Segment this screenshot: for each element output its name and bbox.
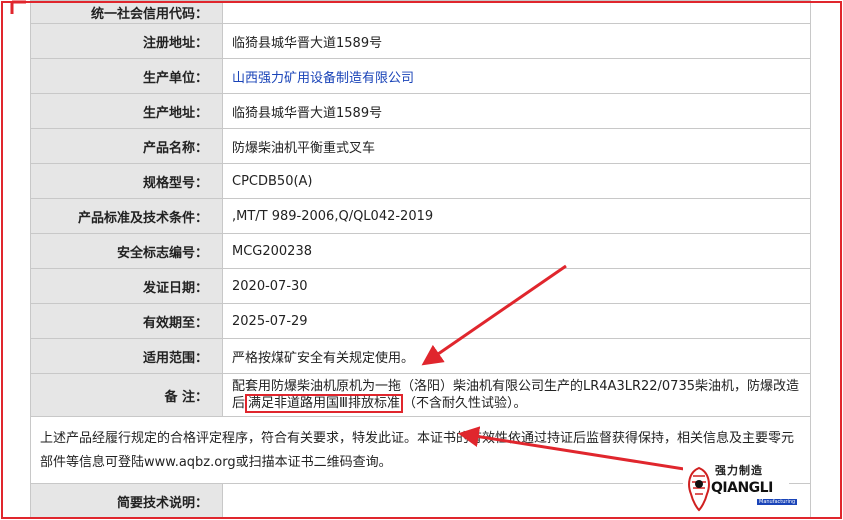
scope-value: 严格按煤矿安全有关规定使用。	[222, 338, 811, 374]
tech-summary-label: 简要技术说明：	[30, 483, 223, 519]
row-model: 规格型号： CPCDB50(A)	[30, 163, 811, 199]
row-product-name: 产品名称： 防爆柴油机平衡重式叉车	[30, 128, 811, 164]
standards-value: ,MT/T 989-2006,Q/QL042-2019	[222, 198, 811, 234]
row-credit-code: 统一社会信用代码：	[30, 0, 811, 24]
logo-chinese-text: 强力制造	[715, 464, 763, 477]
safety-mark-value: MCG200238	[222, 233, 811, 269]
row-remark: 备 注： 配套用防爆柴油机原机为一拖（洛阳）柴油机有限公司生产的LR4A3LR2…	[30, 373, 811, 417]
row-safety-mark: 安全标志编号： MCG200238	[30, 233, 811, 269]
model-label: 规格型号：	[30, 163, 223, 199]
certificate-table: 统一社会信用代码： 注册地址： 临猗县城华晋大道1589号 生产单位： 山西强力…	[30, 0, 811, 519]
row-issue-date: 发证日期： 2020-07-30	[30, 268, 811, 304]
remark-value: 配套用防爆柴油机原机为一拖（洛阳）柴油机有限公司生产的LR4A3LR22/073…	[222, 373, 811, 417]
remark-text-after: （不含耐久性试验）。	[402, 396, 527, 411]
row-scope: 适用范围： 严格按煤矿安全有关规定使用。	[30, 338, 811, 374]
corner-arrow	[10, 0, 26, 14]
production-address-label: 生产地址：	[30, 93, 223, 129]
row-standards: 产品标准及技术条件： ,MT/T 989-2006,Q/QL042-2019	[30, 198, 811, 234]
remark-label: 备 注：	[30, 373, 223, 417]
logo-english-text: QIANGLI	[711, 480, 773, 496]
remark-highlight: 满足非道路用国Ⅲ排放标准	[245, 394, 403, 413]
scope-label: 适用范围：	[30, 338, 223, 374]
row-manufacturer: 生产单位： 山西强力矿用设备制造有限公司	[30, 58, 811, 94]
credit-code-label: 统一社会信用代码：	[30, 0, 223, 24]
credit-code-value	[222, 0, 811, 24]
issue-date-value: 2020-07-30	[222, 268, 811, 304]
row-valid-until: 有效期至： 2025-07-29	[30, 303, 811, 339]
valid-until-label: 有效期至：	[30, 303, 223, 339]
qiangli-logo: 强力制造 QIANGLI Manufacturing	[683, 460, 798, 516]
row-registered-address: 注册地址： 临猗县城华晋大道1589号	[30, 23, 811, 59]
issue-date-label: 发证日期：	[30, 268, 223, 304]
standards-label: 产品标准及技术条件：	[30, 198, 223, 234]
registered-address-value: 临猗县城华晋大道1589号	[222, 23, 811, 59]
product-name-label: 产品名称：	[30, 128, 223, 164]
manufacturer-label: 生产单位：	[30, 58, 223, 94]
production-address-value: 临猗县城华晋大道1589号	[222, 93, 811, 129]
registered-address-label: 注册地址：	[30, 23, 223, 59]
product-name-value: 防爆柴油机平衡重式叉车	[222, 128, 811, 164]
manufacturer-link[interactable]: 山西强力矿用设备制造有限公司	[232, 71, 414, 86]
safety-mark-label: 安全标志编号：	[30, 233, 223, 269]
model-value: CPCDB50(A)	[222, 163, 811, 199]
valid-until-value: 2025-07-29	[222, 303, 811, 339]
logo-subtitle: Manufacturing	[757, 499, 798, 505]
row-production-address: 生产地址： 临猗县城华晋大道1589号	[30, 93, 811, 129]
lion-emblem-icon	[688, 466, 710, 512]
manufacturer-value[interactable]: 山西强力矿用设备制造有限公司	[222, 58, 811, 94]
